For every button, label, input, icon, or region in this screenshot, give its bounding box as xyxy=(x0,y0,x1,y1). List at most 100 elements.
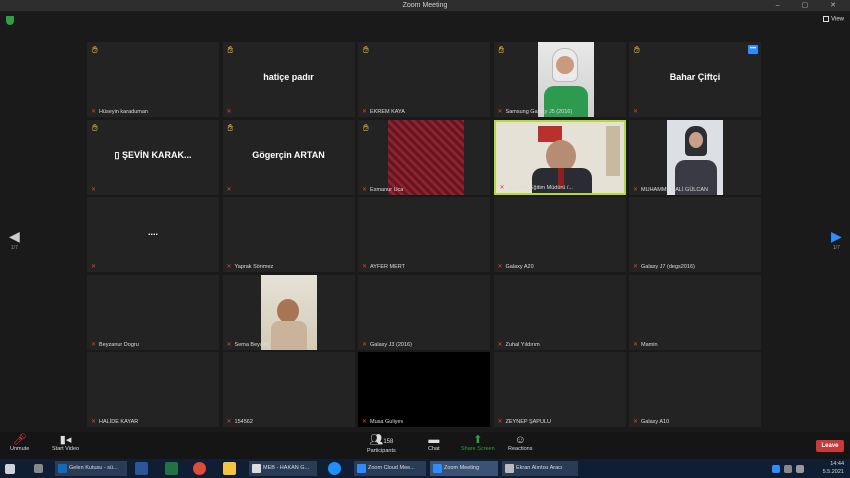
taskbar-item-snipping[interactable]: Ekran Alıntısı Aracı xyxy=(502,461,578,476)
prev-page-button[interactable]: ◀ 1/7 xyxy=(9,228,20,251)
raised-hand-icon: ✋︎ xyxy=(498,45,505,56)
prev-page-indicator: 1/7 xyxy=(10,245,18,251)
raised-hand-icon: ✋︎ xyxy=(227,45,234,56)
word-icon[interactable] xyxy=(135,462,148,475)
tray-volume-icon[interactable] xyxy=(796,465,804,473)
participant-label: ✕ EKREM KAYA xyxy=(362,108,405,115)
participant-display-name: ▯ ŞEVİN KARAK... xyxy=(114,149,192,160)
reactions-icon: ☺ xyxy=(514,434,526,446)
mic-muted-icon: ✕ xyxy=(91,264,97,270)
participant-tile[interactable]: ✕ Galaxy J3 (2016) xyxy=(358,274,490,350)
participant-name: Zuhal Yıldırım xyxy=(505,341,540,348)
participant-tile[interactable]: ✋︎ ••• Bahar Çiftçi ✕ xyxy=(629,42,761,117)
reactions-label: Reactions xyxy=(508,446,533,452)
system-clock[interactable]: 14:44 5.5.2021 xyxy=(823,460,844,476)
participant-tile[interactable]: ✋︎ ✕ Hüseyin karaduman xyxy=(87,42,219,117)
participant-label: ✕ İğdır Mili Eğitim Müdürü /... xyxy=(500,184,573,191)
participant-tile[interactable]: .... ✕ xyxy=(87,197,219,272)
video-feed xyxy=(537,42,594,117)
mic-muted-icon: ✕ xyxy=(91,109,97,115)
participant-tile[interactable]: ✕ 154562 xyxy=(222,352,355,427)
participant-label: ✕ xyxy=(227,186,235,193)
participant-label: ✕ 154562 xyxy=(227,418,253,425)
reactions-button[interactable]: ☺ Reactions xyxy=(508,434,532,452)
unmute-label: Unmute xyxy=(10,446,30,452)
taskbar-label: Zoom Meeting xyxy=(444,465,480,471)
chrome-icon[interactable] xyxy=(193,462,206,475)
participant-tile[interactable]: ✕ İğdır Mili Eğitim Müdürü /... xyxy=(493,119,626,195)
chat-button[interactable]: ▬ Chat xyxy=(428,434,440,452)
clock-time: 14:44 xyxy=(830,461,844,467)
participant-tile[interactable]: ✕ Sema Beyazıt xyxy=(222,274,355,350)
participant-label: ✕ ZEYNEP ŞAPULU xyxy=(498,418,551,425)
zoom-icon xyxy=(357,464,366,473)
participant-tile[interactable]: ✋︎ ✕ EKREM KAYA xyxy=(358,42,490,117)
mic-muted-icon: 🎤︎ xyxy=(12,434,27,446)
windows-start-icon[interactable] xyxy=(5,464,15,474)
participant-label: ✕ Hüseyin karaduman xyxy=(91,108,148,115)
camera-off-icon: ▮◂ xyxy=(59,434,72,446)
participant-tile[interactable]: ✋︎ ✕ Esmanur Uca xyxy=(358,119,490,195)
unmute-button[interactable]: 🎤︎ Unmute xyxy=(10,434,29,452)
participant-name: 154562 xyxy=(234,419,253,425)
more-options-icon[interactable]: ••• xyxy=(748,45,758,54)
participant-label: ✕ Galaxy A10 xyxy=(633,418,669,425)
taskbar-item-zoom-meeting[interactable]: Zoom Meeting xyxy=(430,461,498,476)
participant-label: ✕ Galaxy J7 (degs2016) xyxy=(633,263,695,270)
mic-muted-icon: ✕ xyxy=(91,341,97,348)
participant-label: ✕ Galaxy J3 (2016) xyxy=(362,341,412,348)
participant-name: Mamin xyxy=(641,341,658,348)
mic-muted-icon: ✕ xyxy=(499,184,505,191)
participant-tile[interactable]: ✕ Beyzanur Dogru xyxy=(87,274,219,350)
share-screen-button[interactable]: ⬆ Share Screen xyxy=(461,434,495,452)
mic-muted-icon: ✕ xyxy=(633,109,639,115)
window-controls[interactable]: – ▢ ✕ xyxy=(776,0,846,11)
taskbar-item-meb[interactable]: MEB - HAKAN G... xyxy=(249,461,317,476)
encryption-shield-icon[interactable] xyxy=(6,16,14,25)
grid-view-icon xyxy=(823,16,830,22)
participant-tile[interactable]: ✕ ZEYNEP ŞAPULU xyxy=(493,352,626,427)
mic-muted-icon: ✕ xyxy=(226,186,232,193)
edge-icon[interactable] xyxy=(328,462,341,475)
participant-tile[interactable]: ✋︎ Gögerçin ARTAN ✕ xyxy=(222,119,355,195)
tray-zoom-icon[interactable] xyxy=(772,465,780,473)
participant-tile[interactable]: ✕ HALİDE KAYAR xyxy=(87,352,219,427)
mic-muted-icon: ✕ xyxy=(497,264,503,270)
participant-label: ✕ Musa Guliyev xyxy=(362,418,403,425)
participant-tile[interactable]: ✕ AYFER MERT xyxy=(358,197,490,272)
mic-muted-icon: ✕ xyxy=(497,419,503,425)
document-icon xyxy=(252,464,261,473)
taskbar-item-zoom-cloud[interactable]: Zoom Cloud Mee... xyxy=(354,461,426,476)
participant-tile[interactable]: ✕ Zuhal Yıldırım xyxy=(493,274,626,350)
raised-hand-icon: ✋︎ xyxy=(634,45,640,56)
participant-tile[interactable]: ✕ Mamin xyxy=(629,274,761,350)
gallery-grid: ✋︎ ✕ Hüseyin karaduman ✋︎ hatiçe padır ✕ ✋︎ ✕ EK… xyxy=(87,42,763,428)
participant-label: ✕ MUHAMMED ALİ GÜLCAN xyxy=(633,186,708,193)
participant-display-name: Gögerçin ARTAN xyxy=(252,149,325,160)
view-button[interactable]: View xyxy=(823,16,844,23)
participant-name: ZEYNEP ŞAPULU xyxy=(505,419,551,425)
participant-tile[interactable]: ✕ Musa Guliyev xyxy=(358,352,490,427)
participants-button[interactable]: 👥︎158 Participants xyxy=(367,434,396,454)
next-page-button[interactable]: ▶ 1/7 xyxy=(831,228,842,251)
participant-tile[interactable]: ✕ Galaxy A10 xyxy=(629,352,761,427)
tray-network-icon[interactable] xyxy=(784,465,792,473)
excel-icon[interactable] xyxy=(165,462,178,475)
participant-label: ✕ Beyzanur Dogru xyxy=(91,341,139,348)
participant-tile[interactable]: ✕ Galaxy J7 (degs2016) xyxy=(629,197,761,272)
chat-icon: ▬ xyxy=(428,434,440,446)
participant-tile[interactable]: ✋︎ ▯ ŞEVİN KARAK... ✕ xyxy=(87,119,219,195)
participant-tile[interactable]: ✕ Yaprak Sönmez xyxy=(222,197,355,272)
leave-button[interactable]: Leave xyxy=(816,440,844,452)
participant-tile[interactable]: ✋︎ hatiçe padır ✕ xyxy=(222,42,355,117)
participant-tile[interactable]: ✋︎ ✕ Samsung Galaxy J5 (2016) xyxy=(493,42,626,117)
mic-muted-icon: ✕ xyxy=(497,341,503,348)
participant-tile[interactable]: ✕ MUHAMMED ALİ GÜLCAN xyxy=(629,119,761,195)
taskbar-item-outlook[interactable]: Gelen Kutusu - sü... xyxy=(55,461,127,476)
task-view-icon[interactable] xyxy=(34,464,43,473)
file-explorer-icon[interactable] xyxy=(223,462,236,475)
mic-muted-icon: ✕ xyxy=(226,341,232,348)
participant-tile[interactable]: ✕ Galaxy A20 xyxy=(493,197,626,272)
view-label: View xyxy=(831,16,844,23)
start-video-button[interactable]: ▮◂ Start Video xyxy=(52,434,79,452)
